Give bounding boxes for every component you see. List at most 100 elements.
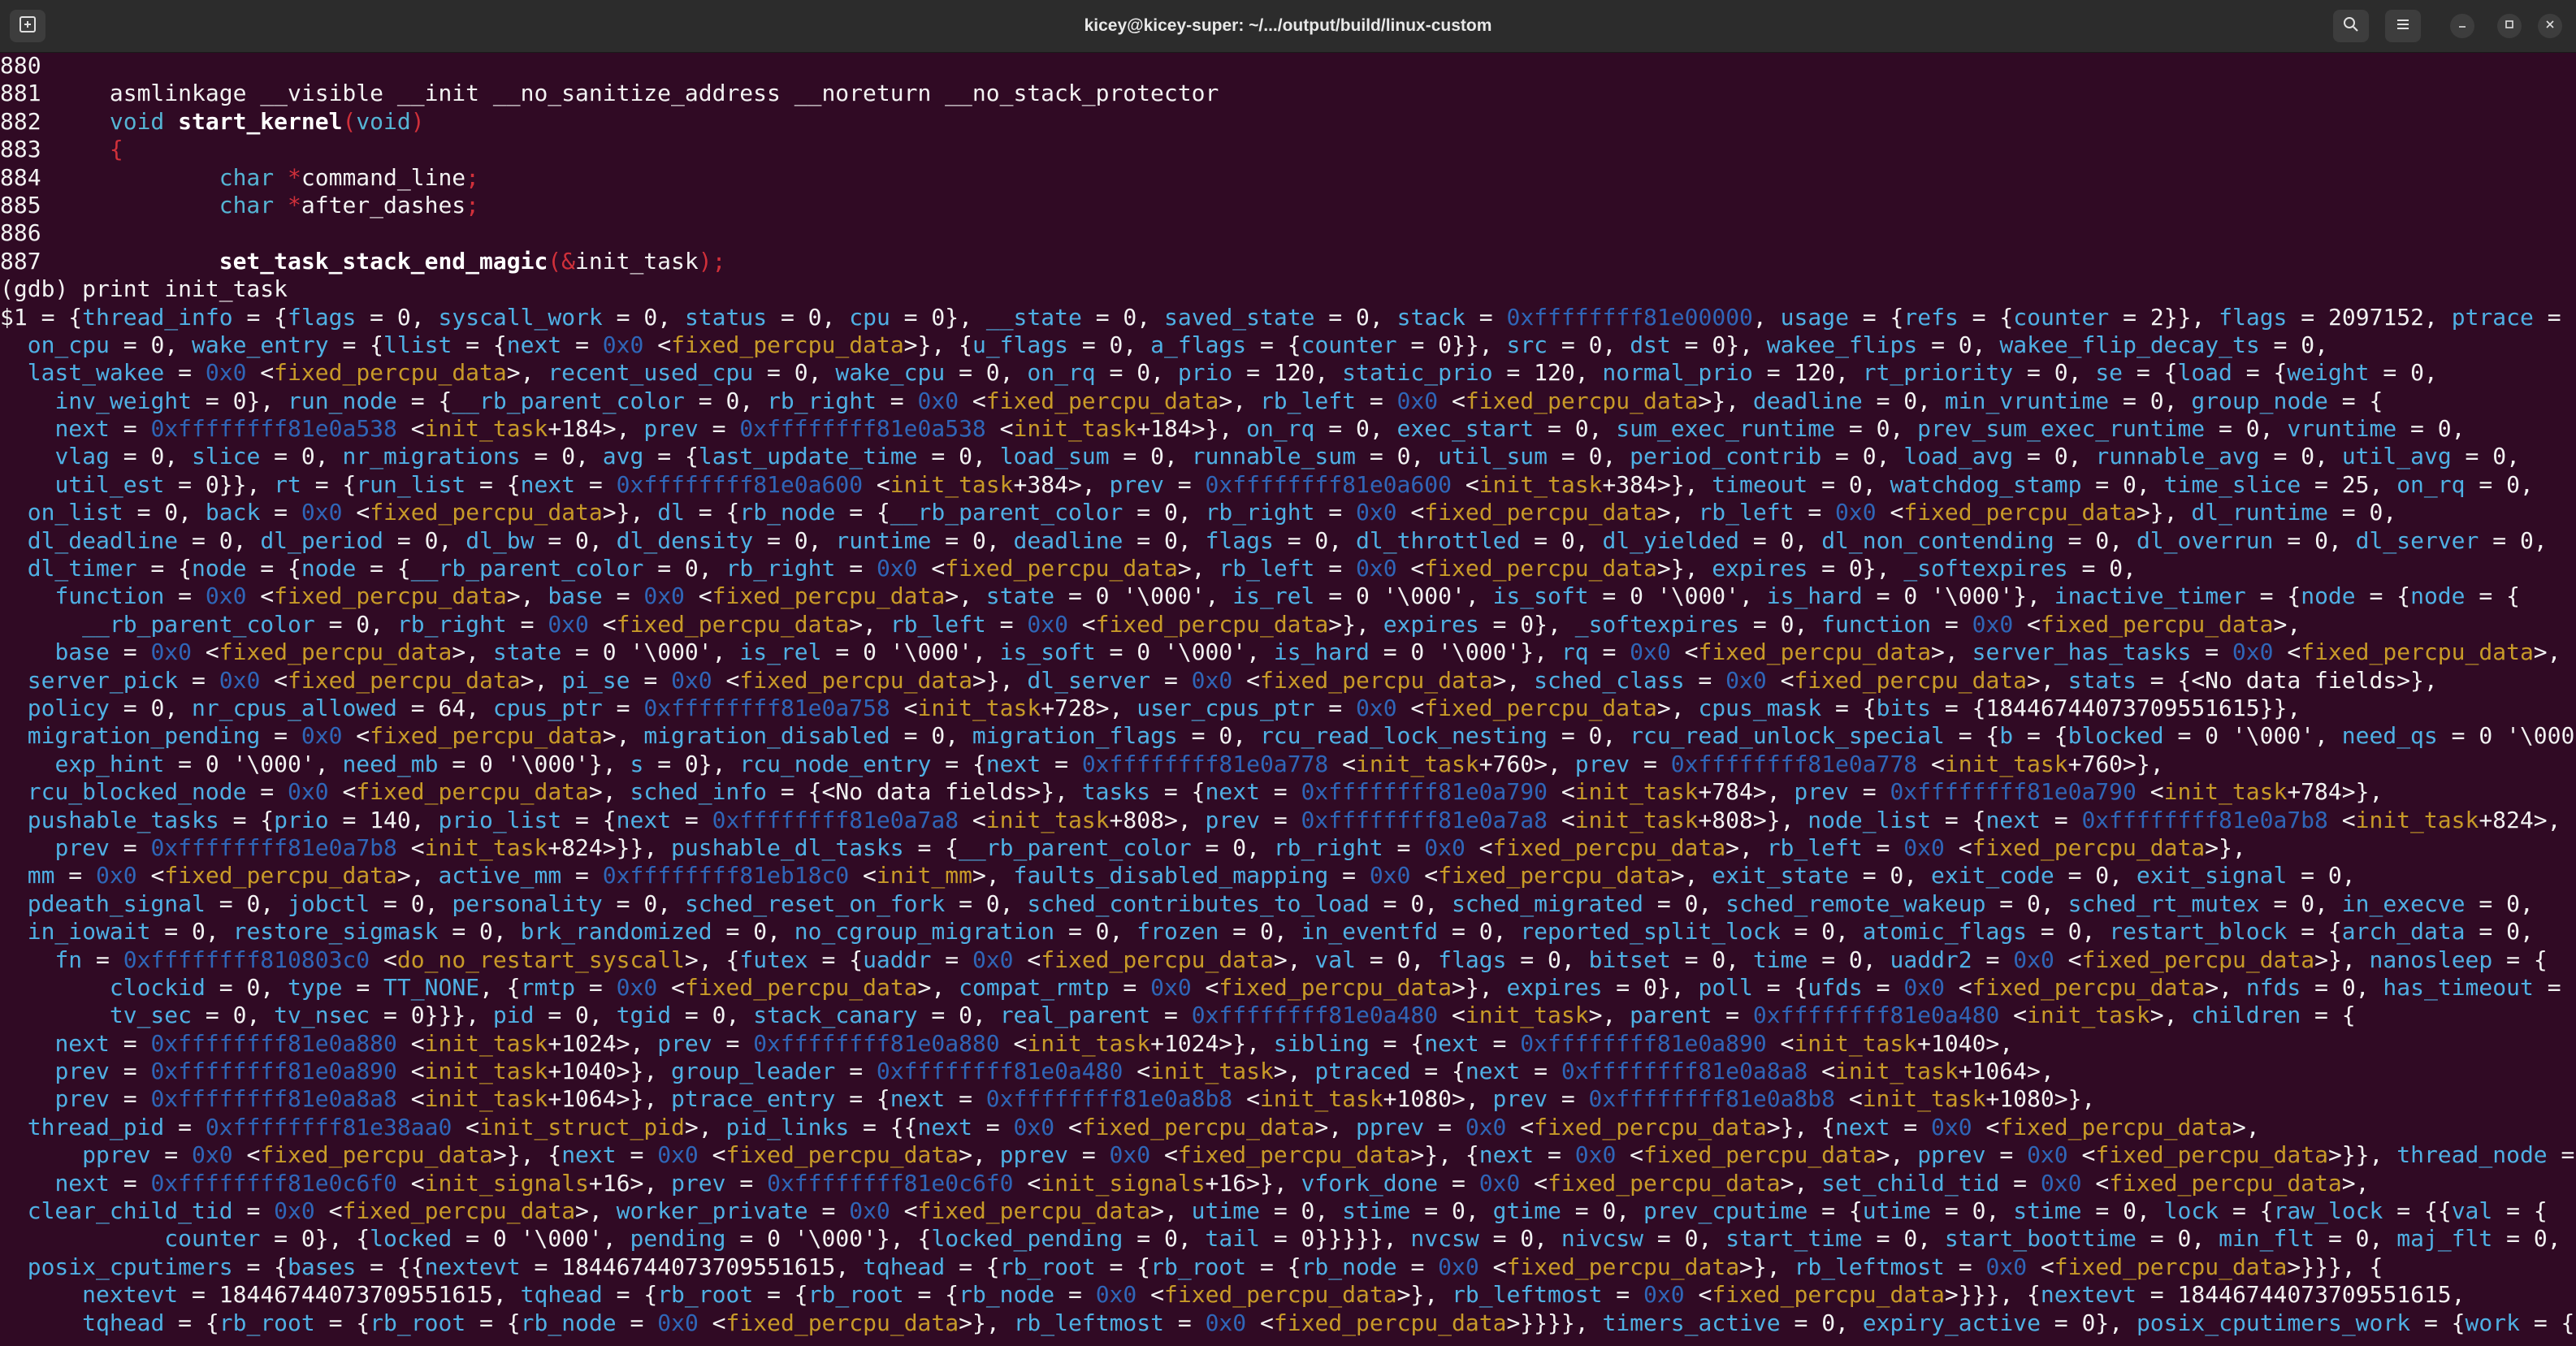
address-segment: 0x0: [643, 582, 685, 610]
field-name-segment: timeout: [1712, 470, 1808, 498]
text-segment: >,: [1150, 1197, 1192, 1225]
text-segment: >, {: [684, 946, 740, 973]
text-segment: = {: [232, 1253, 288, 1280]
field-name-segment: migration_disabled: [643, 722, 890, 750]
text-segment: = 0,: [1643, 1225, 1726, 1253]
field-name-segment: group_leader: [671, 1058, 836, 1085]
address-segment: 0x0: [1205, 1309, 1247, 1336]
text-segment: <: [1013, 946, 1041, 973]
terminal-line: in_iowait = 0, restore_sigmask = 0, brk_…: [0, 918, 2576, 946]
text-segment: = 0,: [383, 526, 466, 554]
symbol-segment: fixed_percpu_data: [1219, 973, 1452, 1001]
text-segment: =: [1712, 1002, 1753, 1029]
text-segment: = 0,: [1081, 303, 1165, 331]
field-name-segment: watchdog_stamp: [1890, 470, 2082, 498]
field-name-segment: sched_class: [1534, 666, 1685, 694]
punctuation-segment: ;: [465, 163, 480, 191]
symbol-segment: fixed_percpu_data: [1548, 1169, 1781, 1197]
text-segment: = 0 '\000'},: [438, 750, 630, 777]
field-name-segment: util_sum: [1438, 443, 1548, 470]
text-segment: = {: [2219, 1197, 2274, 1225]
field-name-segment: futex: [739, 946, 808, 973]
address-segment: 0x0: [1191, 666, 1233, 694]
field-name-segment: children: [2191, 1002, 2301, 1029]
maximize-button[interactable]: [2497, 14, 2522, 38]
text-segment: =: [1164, 1309, 1206, 1336]
text-segment: <: [1506, 1113, 1535, 1140]
field-name-segment: tasks: [1081, 778, 1151, 806]
field-name-segment: utime: [1862, 1197, 1932, 1225]
address-segment: 0x0: [1013, 1113, 1055, 1140]
address-segment: 0x0: [1396, 387, 1439, 414]
field-name-segment: thread_pid: [27, 1113, 165, 1140]
text-segment: = 0 '\000'},: [1369, 638, 1561, 666]
terminal-line: 883 {: [0, 136, 2576, 163]
text-segment: =: [602, 582, 644, 610]
text-segment: =: [1985, 1141, 2028, 1169]
text-segment: after_dashes: [301, 191, 466, 219]
text-segment: (gdb) print init_task: [0, 275, 288, 303]
text-segment: >,: [959, 1141, 1000, 1169]
field-name-segment: stats: [2067, 666, 2137, 694]
search-button[interactable]: [2333, 10, 2369, 42]
terminal-line: clockid = 0, type = TT_NONE, {rmtp = 0x0…: [0, 974, 2576, 1002]
text-segment: [0, 722, 28, 749]
text-segment: = {: [945, 1253, 1000, 1280]
field-name-segment: nextevt: [424, 1253, 521, 1280]
address-segment: 0x0: [2027, 1141, 2068, 1169]
text-segment: [0, 1141, 82, 1168]
address-segment: 0x0: [1109, 1141, 1151, 1169]
field-name-segment: next: [54, 415, 110, 443]
close-button[interactable]: [2538, 14, 2562, 38]
field-name-segment: posix_cputimers_work: [2136, 1309, 2411, 1336]
text-segment: <: [863, 470, 890, 498]
text-segment: +384>},: [1602, 470, 1712, 498]
address-segment: 0x0: [1355, 694, 1397, 721]
text-segment: +1064>,: [1958, 1058, 2054, 1085]
address-segment: 0xffffffff810803c0: [123, 946, 370, 973]
text-segment: >,: [2027, 666, 2068, 694]
address-segment: 0x0: [1438, 1253, 1479, 1280]
field-name-segment: flags: [288, 303, 357, 331]
field-name-segment: inv_weight: [54, 387, 193, 414]
text-segment: = {{: [2383, 1197, 2452, 1225]
field-name-segment: in_eventfd: [1301, 918, 1439, 946]
symbol-segment: init_task: [1027, 1029, 1151, 1057]
field-name-segment: ptraced: [1314, 1058, 1411, 1085]
text-segment: 884: [0, 163, 219, 191]
field-name-segment: expires: [1712, 555, 1808, 582]
field-name-segment: prev: [1492, 1085, 1548, 1113]
text-segment: <: [712, 666, 740, 694]
text-segment: <: [396, 833, 425, 861]
text-segment: <: [1067, 610, 1096, 638]
text-segment: init_task: [575, 247, 699, 275]
field-name-segment: start_time: [1725, 1225, 1863, 1253]
minimize-button[interactable]: [2450, 14, 2474, 38]
field-name-segment: status: [684, 303, 768, 331]
field-name-segment: load_avg: [1903, 443, 2014, 470]
text-segment: =: [1862, 833, 1904, 861]
text-segment: = {: [1944, 722, 2000, 750]
text-segment: = 0,: [150, 918, 233, 946]
text-segment: >,: [602, 722, 644, 750]
text-segment: = {: [835, 499, 890, 526]
text-segment: = 0},: [643, 750, 740, 777]
terminal-output[interactable]: 880 881 asmlinkage __visible __init __no_…: [0, 52, 2576, 1346]
text-segment: = 0,: [1314, 415, 1397, 443]
text-segment: =: [109, 1085, 151, 1113]
text-segment: +808>},: [1698, 806, 1808, 833]
text-segment: 881 asmlinkage __visible __init __no_san…: [0, 80, 1219, 107]
address-segment: 0x0: [1095, 1281, 1137, 1309]
terminal-line: 887 set_task_stack_end_magic(&init_task)…: [0, 248, 2576, 275]
text-segment: [0, 751, 54, 777]
text-segment: = 0,: [1273, 526, 1357, 554]
text-segment: >},: [1698, 387, 1753, 414]
symbol-segment: init_task: [917, 694, 1041, 721]
symbol-segment: fixed_percpu_data: [1794, 666, 2028, 694]
field-name-segment: pid_links: [725, 1113, 850, 1140]
address-segment: 0x0: [1643, 1281, 1685, 1309]
menu-button[interactable]: [2385, 10, 2421, 42]
text-segment: = {: [2301, 1002, 2356, 1029]
field-name-segment: stime: [2013, 1197, 2082, 1225]
text-segment: =: [945, 1085, 986, 1113]
